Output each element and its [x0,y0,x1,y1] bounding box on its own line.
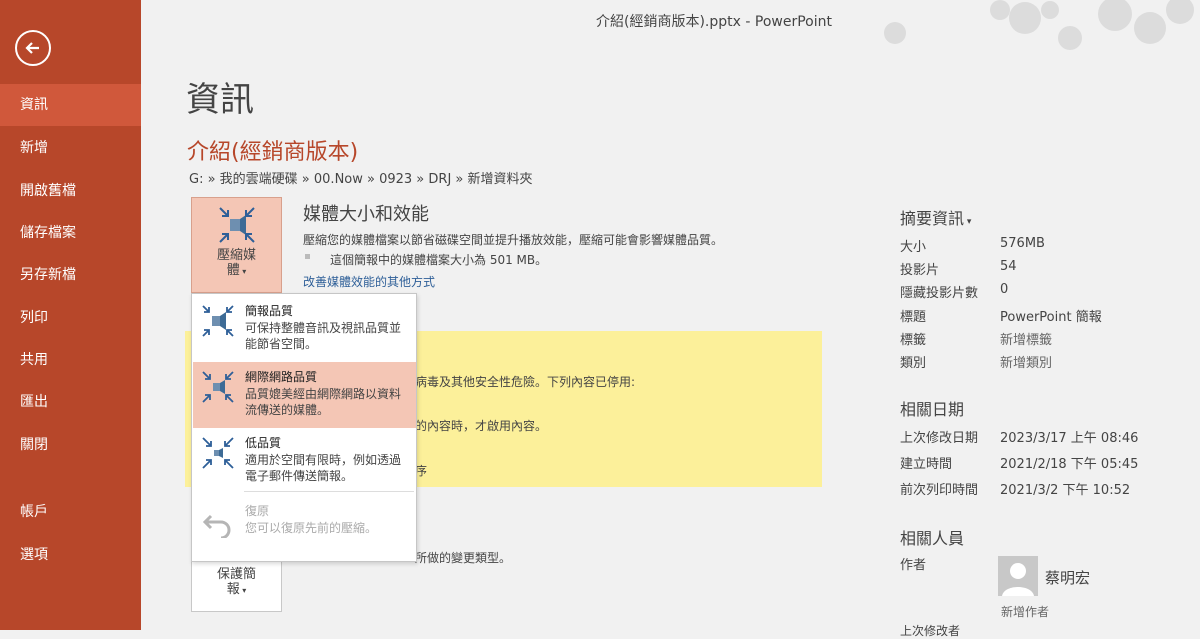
people-title: 相關人員 [900,529,965,548]
person-icon [1002,563,1034,596]
menu-item-undo[interactable]: 復原 您可以復原先前的壓縮。 [193,496,416,562]
menu-item-description: 品質媲美經由網際網路以資料流傳送的媒體。 [245,387,402,417]
media-performance-link[interactable]: 改善媒體效能的其他方式 [303,273,435,290]
security-warning-text: 病毒及其他安全性危險。下列內容已停用: [415,375,636,389]
prop-value: 576MB [1000,236,1045,251]
menu-item-description: 可保持整體音訊及視訊品質並能節省空間。 [245,321,402,351]
prop-value: 0 [1000,282,1009,297]
menu-divider [244,491,414,492]
window-title: 介紹(經銷商版本).pptx - PowerPoint [596,14,832,30]
protect-label-line2: 報 [226,582,240,597]
backstage-sidebar: 資訊 新增 開啟舊檔 儲存檔案 另存新檔 列印 共用 匯出 關閉 帳戶 選項 [0,0,141,630]
date-label: 上次修改日期 [900,431,979,446]
nav-open[interactable]: 開啟舊檔 [0,170,141,212]
prop-label: 投影片 [900,263,940,278]
undo-icon [202,514,231,538]
author-name[interactable]: 蔡明宏 [1045,567,1090,588]
media-size-note: 這個簡報中的媒體檔案大小為 501 MB。 [330,253,548,267]
enable-content-text: 的內容時，才啟用內容。 [415,419,548,433]
dropdown-caret-icon: ▾ [239,586,247,595]
compress-options-menu: 簡報品質 可保持整體音訊及視訊品質並能節省空間。 網際網路品質 品質媲美經由網際… [191,293,417,562]
properties-title: 摘要資訊 [900,209,965,228]
dates-title: 相關日期 [900,400,965,419]
compress-media-button[interactable]: 壓縮媒 體 ▾ [191,197,282,293]
prop-label: 標題 [900,310,927,325]
chevron-down-icon: ▾ [964,217,972,227]
compress-media-icon [219,207,255,243]
nav-account[interactable]: 帳戶 [0,491,141,533]
prop-value-editable[interactable]: PowerPoint 簡報 [1000,306,1102,325]
last-modified-by-label: 上次修改者 [900,624,961,638]
nav-close[interactable]: 關閉 [0,424,141,466]
compress-label-line1: 壓縮媒 [216,248,256,263]
nav-new[interactable]: 新增 [0,127,141,169]
date-label: 建立時間 [900,457,953,472]
prop-label: 隱藏投影片數 [900,286,979,301]
back-button[interactable] [15,30,51,66]
add-author-link[interactable]: 新增作者 [1001,603,1049,620]
media-section-title: 媒體大小和效能 [303,204,429,225]
document-title: 介紹(經銷商版本) [187,140,359,165]
date-label: 前次列印時間 [900,483,979,498]
nav-info[interactable]: 資訊 [0,84,141,126]
decorative-stars [884,0,1194,50]
prop-label: 標籤 [900,333,927,348]
menu-item-title: 低品質 [245,436,282,450]
compress-label-line2: 體 [226,263,240,278]
prop-label: 類別 [900,356,927,371]
bullet-icon [305,254,310,259]
date-value: 2023/3/17 上午 08:46 [1000,431,1139,446]
date-value: 2021/3/2 下午 10:52 [1000,483,1131,498]
nav-save-as[interactable]: 另存新檔 [0,254,141,296]
nav-options[interactable]: 選項 [0,534,141,576]
menu-item-description: 您可以復原先前的壓縮。 [245,521,378,535]
menu-item-presentation-quality[interactable]: 簡報品質 可保持整體音訊及視訊品質並能節省空間。 [193,296,416,362]
change-types-text: 所做的變更類型。 [415,551,512,565]
author-label: 作者 [900,558,927,573]
back-arrow-icon [25,42,39,54]
menu-item-description: 適用於空間有限時，例如透過電子郵件傳送簡報。 [245,453,402,483]
menu-item-title: 簡報品質 [245,304,294,318]
dropdown-caret-icon: ▾ [239,267,247,276]
prop-label: 大小 [900,240,927,255]
properties-header[interactable]: 摘要資訊 ▾ [900,205,971,229]
menu-item-title: 網際網路品質 [245,370,318,384]
protect-label-line1: 保護簡 [216,567,256,582]
low-quality-icon [202,437,234,469]
nav-export[interactable]: 匯出 [0,381,141,423]
date-value: 2021/2/18 下午 05:45 [1000,457,1139,472]
internet-quality-icon [202,371,234,403]
menu-item-low-quality[interactable]: 低品質 適用於空間有限時，例如透過電子郵件傳送簡報。 [193,428,416,494]
prop-value-editable[interactable]: 新增標籤 [1000,329,1052,348]
nav-save[interactable]: 儲存檔案 [0,212,141,254]
file-path-breadcrumb[interactable]: G: » 我的雲端硬碟 » 00.Now » 0923 » DRJ » 新增資料… [189,168,533,187]
prop-value-editable[interactable]: 新增類別 [1000,352,1052,371]
nav-share[interactable]: 共用 [0,339,141,381]
prop-value: 54 [1000,259,1017,274]
media-description: 壓縮您的媒體檔案以節省磁碟空間並提升播放效能，壓縮可能會影響媒體品質。 [303,233,724,247]
presentation-quality-icon [202,305,234,337]
avatar [998,556,1038,596]
nav-print[interactable]: 列印 [0,297,141,339]
menu-item-internet-quality[interactable]: 網際網路品質 品質媲美經由網際網路以資料流傳送的媒體。 [193,362,416,428]
page-heading: 資訊 [186,80,254,120]
menu-item-title: 復原 [245,504,270,518]
